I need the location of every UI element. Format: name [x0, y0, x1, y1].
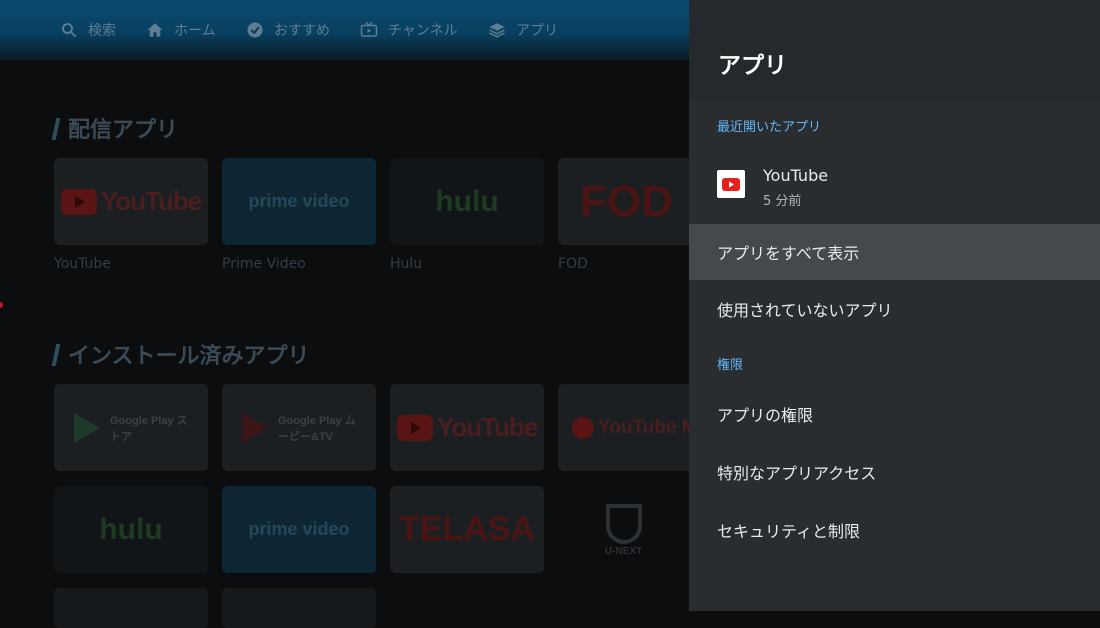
caption-fod: FOD [558, 256, 588, 272]
hulu-logo-2: hulu [99, 512, 163, 546]
section-streaming-apps-title: 配信アプリ [54, 112, 178, 144]
caption-prime-video: Prime Video [222, 256, 306, 272]
nav-recommended[interactable]: おすすめ [246, 19, 330, 41]
u-next-icon [605, 504, 642, 544]
search-icon [62, 23, 77, 38]
tile-prime-video[interactable]: prime video [222, 158, 376, 245]
youtube-icon [717, 170, 745, 198]
caption-hulu: Hulu [390, 256, 423, 272]
unused-apps-item[interactable]: 使用されていないアプリ [689, 281, 1100, 337]
google-play-movies-logo: Google Play ムービー&TV [278, 414, 356, 443]
google-play-store-logo: Google Play ストア [110, 414, 188, 443]
app-permissions-item[interactable]: アプリの権限 [689, 386, 1100, 442]
section-installed-apps-title: インストール済みアプリ [54, 338, 310, 370]
play-store-icon [74, 412, 100, 443]
nav-apps-label: アプリ [516, 23, 558, 39]
tile-hulu[interactable]: hulu [390, 158, 544, 245]
recent-apps-header: 最近開いたアプリ [717, 120, 822, 135]
tv-icon [360, 21, 378, 37]
show-all-apps-item[interactable]: アプリをすべて表示 [689, 224, 1100, 280]
tile-fod[interactable]: FOD [558, 158, 689, 245]
apps-stack-icon [489, 23, 505, 38]
tile-youtube[interactable]: YouTube [54, 158, 208, 245]
youtube-music-icon [572, 416, 594, 439]
telasa-logo: TELASA [399, 510, 535, 548]
tile-youtube-music[interactable]: YouTube Music [558, 384, 689, 471]
nav-apps[interactable]: アプリ [488, 19, 558, 41]
tile-row4-1[interactable] [54, 588, 208, 628]
nav-search[interactable]: 検索 [60, 19, 116, 41]
youtube-logo-text: YouTube [100, 186, 202, 216]
fod-logo: FOD [580, 176, 673, 226]
prime-video-logo: prime video [248, 191, 350, 211]
recent-app-name: YouTube [763, 166, 829, 185]
home-icon [147, 23, 163, 37]
nav-home-label: ホーム [174, 23, 216, 39]
tile-prime-video-installed[interactable]: prime video [222, 486, 376, 573]
prime-video-logo-2: prime video [248, 519, 350, 539]
recent-app-youtube[interactable]: YouTube 5 分前 [689, 148, 1100, 220]
youtube-music-logo: YouTube Music [598, 416, 689, 438]
focus-indicator-dot [0, 302, 3, 308]
nav-search-label: 検索 [88, 23, 116, 39]
youtube-logo-2: YouTube [396, 412, 538, 443]
recent-app-time: 5 分前 [763, 194, 802, 209]
nav-recommended-label: おすすめ [274, 23, 330, 39]
nav-channels-label: チャンネル [388, 23, 458, 39]
tile-telasa[interactable]: TELASA [390, 486, 544, 573]
nav-home[interactable]: ホーム [146, 19, 216, 41]
tile-u-next[interactable]: U-NEXT [558, 486, 689, 573]
caption-youtube: YouTube [54, 256, 111, 272]
youtube-logo: YouTube [60, 186, 202, 217]
nav-channels[interactable]: チャンネル [360, 19, 458, 41]
panel-title: アプリ [718, 53, 787, 79]
tile-hulu-installed[interactable]: hulu [54, 486, 208, 573]
tile-google-play-store[interactable]: Google Play ストア [54, 384, 208, 471]
permissions-header: 権限 [717, 358, 744, 373]
special-app-access-item[interactable]: 特別なアプリアクセス [689, 444, 1100, 500]
security-restrictions-item[interactable]: セキュリティと制限 [689, 502, 1100, 558]
play-movies-icon [242, 412, 268, 443]
check-badge-icon [247, 22, 263, 38]
tile-youtube-installed[interactable]: YouTube [390, 384, 544, 471]
tile-row4-2[interactable] [222, 588, 376, 628]
u-next-logo: U-NEXT [604, 546, 643, 557]
apps-settings-panel: アプリ 最近開いたアプリ YouTube 5 分前 アプリをすべて表示 使用され… [689, 0, 1100, 611]
youtube-logo-text-2: YouTube [436, 412, 538, 442]
tile-google-play-movies[interactable]: Google Play ムービー&TV [222, 384, 376, 471]
hulu-logo: hulu [435, 184, 499, 218]
